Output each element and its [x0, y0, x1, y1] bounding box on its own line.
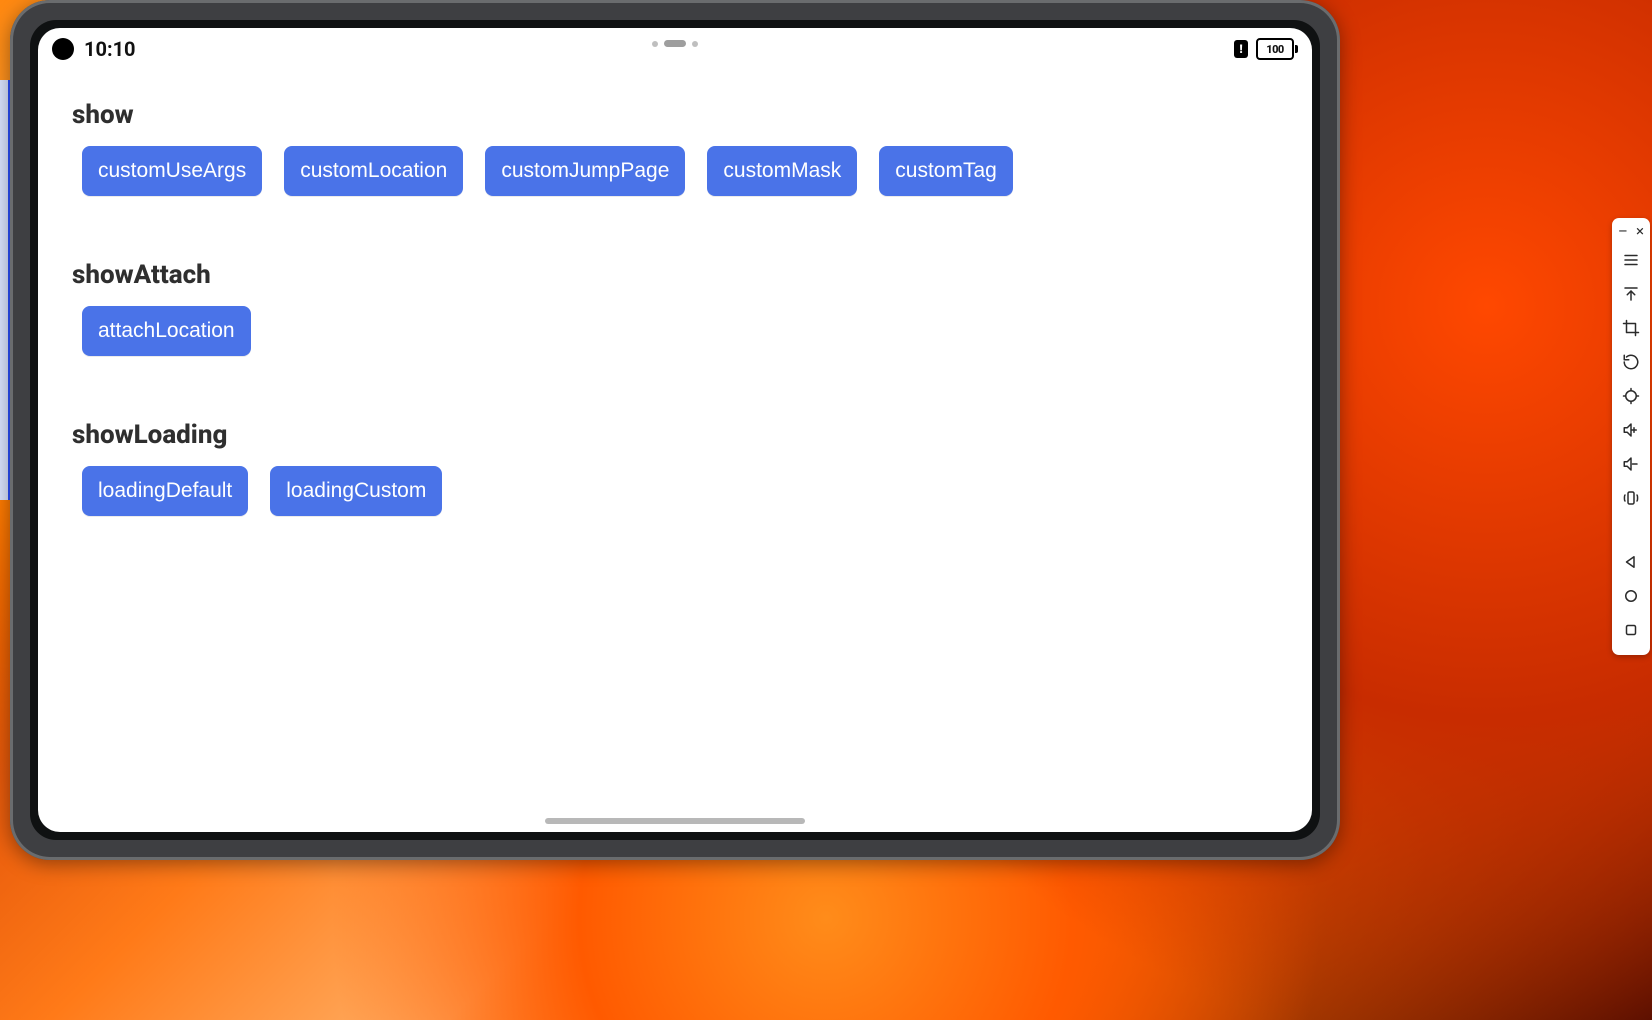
status-bar-right: ! 100	[1234, 38, 1298, 60]
loading-custom-button[interactable]: loadingCustom	[270, 466, 442, 516]
section-show: show customUseArgs customLocation custom…	[72, 100, 1278, 196]
attach-location-button[interactable]: attachLocation	[82, 306, 251, 356]
emulator-minimize-button[interactable]: –	[1618, 224, 1628, 239]
section-show-attach: showAttach attachLocation	[72, 260, 1278, 356]
volume-up-icon	[1622, 421, 1640, 439]
emulator-toolbar: – ×	[1612, 218, 1650, 655]
rotate-ccw-icon	[1622, 353, 1640, 371]
emulator-close-button[interactable]: ×	[1636, 224, 1644, 239]
emulator-volume-up-button[interactable]	[1612, 413, 1650, 447]
background-window-sliver	[0, 80, 10, 500]
emulator-volume-down-button[interactable]	[1612, 447, 1650, 481]
warning-icon: !	[1234, 40, 1248, 58]
menu-icon	[1622, 251, 1640, 269]
section-title: show	[72, 100, 1278, 130]
tablet-screen: 10:10 ! 100	[38, 28, 1312, 832]
emulator-recents-button[interactable]	[1612, 613, 1650, 647]
section-title: showLoading	[72, 420, 1278, 450]
loading-default-button[interactable]: loadingDefault	[82, 466, 248, 516]
status-bar-left: 10:10	[52, 37, 136, 61]
notch-dot-icon	[692, 41, 698, 47]
emulator-upload-button[interactable]	[1612, 277, 1650, 311]
custom-mask-button[interactable]: customMask	[707, 146, 857, 196]
button-row: attachLocation	[72, 306, 1278, 356]
shake-icon	[1622, 489, 1640, 507]
volume-down-icon	[1622, 455, 1640, 473]
circle-icon	[1622, 587, 1640, 605]
battery-icon: 100	[1256, 38, 1294, 60]
emulator-shake-button[interactable]	[1612, 481, 1650, 515]
battery-indicator: 100	[1256, 38, 1298, 60]
custom-use-args-button[interactable]: customUseArgs	[82, 146, 262, 196]
square-icon	[1622, 621, 1640, 639]
camera-dot-icon	[52, 38, 74, 60]
custom-tag-button[interactable]: customTag	[879, 146, 1013, 196]
button-row: loadingDefault loadingCustom	[72, 466, 1278, 516]
home-indicator[interactable]	[545, 818, 805, 824]
crop-icon	[1622, 319, 1640, 337]
upload-icon	[1622, 285, 1640, 303]
emulator-home-button[interactable]	[1612, 579, 1650, 613]
tablet-bezel: 10:10 ! 100	[30, 20, 1320, 840]
back-triangle-icon	[1622, 553, 1640, 571]
battery-percent: 100	[1266, 43, 1284, 56]
emulator-crop-button[interactable]	[1612, 311, 1650, 345]
emulator-menu-button[interactable]	[1612, 243, 1650, 277]
emulator-rotate-button[interactable]	[1612, 345, 1650, 379]
emulator-location-button[interactable]	[1612, 379, 1650, 413]
tablet-notch	[652, 40, 698, 47]
app-content: show customUseArgs customLocation custom…	[38, 70, 1312, 832]
custom-location-button[interactable]: customLocation	[284, 146, 463, 196]
tablet-device-frame: 10:10 ! 100	[10, 0, 1340, 860]
notch-pill-icon	[664, 40, 686, 47]
status-bar: 10:10 ! 100	[38, 28, 1312, 70]
status-time: 10:10	[84, 37, 136, 61]
battery-tip-icon	[1295, 45, 1298, 53]
button-row: customUseArgs customLocation customJumpP…	[72, 146, 1278, 196]
section-show-loading: showLoading loadingDefault loadingCustom	[72, 420, 1278, 516]
emulator-back-button[interactable]	[1612, 545, 1650, 579]
target-icon	[1622, 387, 1640, 405]
section-title: showAttach	[72, 260, 1278, 290]
notch-dot-icon	[652, 41, 658, 47]
custom-jump-page-button[interactable]: customJumpPage	[485, 146, 685, 196]
